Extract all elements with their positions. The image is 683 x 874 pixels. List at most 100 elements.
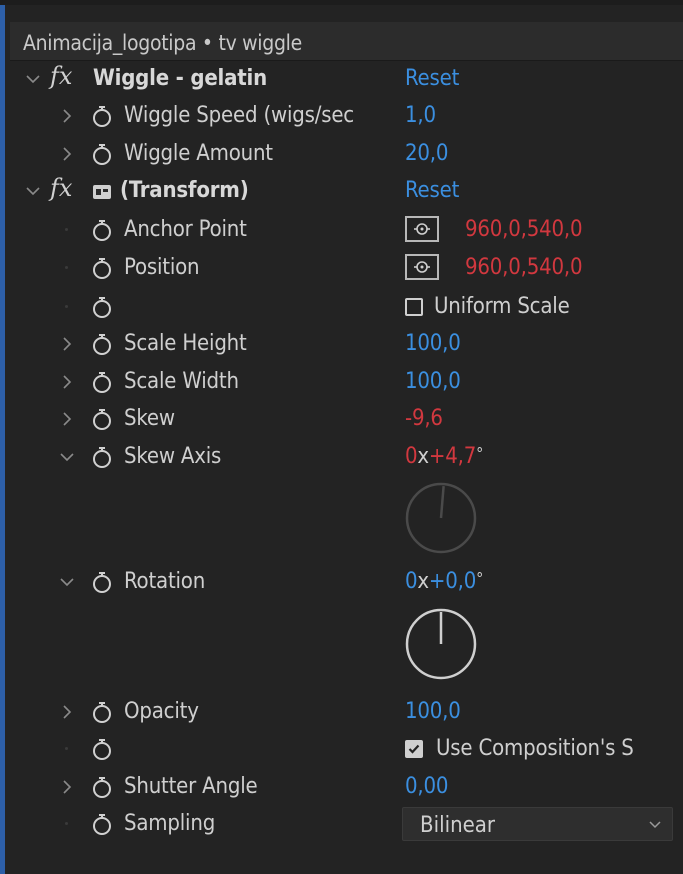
property-value[interactable]: 20,0	[405, 141, 448, 166]
chevron-right-icon[interactable]	[58, 335, 76, 353]
stopwatch-icon[interactable]	[90, 407, 114, 431]
property-value[interactable]: 100,0	[405, 369, 461, 394]
stopwatch-icon[interactable]	[90, 812, 114, 836]
revolutions-value[interactable]: 0	[405, 444, 418, 469]
property-row-use-composition-shutter: Use Composition's S	[10, 731, 683, 767]
property-value[interactable]: 100,0	[405, 699, 461, 724]
chevron-down-icon[interactable]	[58, 448, 76, 466]
dial-needle	[439, 486, 445, 519]
row-indicator-dot	[65, 266, 68, 269]
chevron-down-icon[interactable]	[24, 182, 42, 200]
property-row-skew-axis: Skew Axis 0x+4,7°	[10, 439, 683, 475]
point-picker-button[interactable]	[405, 254, 439, 280]
stopwatch-icon[interactable]	[90, 445, 114, 469]
stopwatch-icon[interactable]	[90, 570, 114, 594]
property-label: Anchor Point	[124, 217, 247, 242]
stopwatch-icon[interactable]	[90, 700, 114, 724]
chevron-down-icon[interactable]	[58, 573, 76, 591]
row-indicator-dot	[65, 822, 68, 825]
chevron-right-icon[interactable]	[58, 703, 76, 721]
property-label: Wiggle Speed (wigs/sec	[124, 103, 354, 128]
value-y[interactable]: 540,0	[527, 255, 583, 280]
property-label: Opacity	[124, 699, 199, 724]
revolutions-separator: x	[417, 569, 429, 594]
stopwatch-icon[interactable]	[90, 256, 114, 280]
property-row-scale-height: Scale Height 100,0	[10, 326, 683, 362]
checkbox-label[interactable]: Uniform Scale	[434, 294, 570, 319]
crosshair-icon	[414, 223, 430, 235]
skew-axis-angle-dial[interactable]	[403, 480, 479, 556]
effect-name: (Transform)	[120, 178, 249, 203]
reset-link[interactable]: Reset	[405, 66, 459, 91]
property-row-rotation: Rotation 0x+0,0°	[10, 564, 683, 600]
checkbox-label[interactable]: Use Composition's S	[436, 736, 634, 761]
rotation-angle-dial[interactable]	[403, 606, 479, 682]
panel-header: Animacija_logotipa • tv wiggle	[10, 22, 683, 61]
degree-symbol: °	[476, 569, 484, 588]
property-label: Skew Axis	[124, 444, 222, 469]
stopwatch-icon[interactable]	[90, 218, 114, 242]
effect-name: Wiggle - gelatin	[93, 66, 268, 91]
value-y[interactable]: 540,0	[527, 217, 583, 242]
value-x[interactable]: 960,0	[465, 255, 521, 280]
value-x[interactable]: 960,0	[465, 217, 521, 242]
property-row-wiggle-amount: Wiggle Amount 20,0	[10, 136, 683, 172]
property-label: Sampling	[124, 811, 216, 836]
revolutions-value[interactable]: 0	[405, 569, 418, 594]
property-value[interactable]: 960,0,540,0	[465, 255, 583, 280]
property-row-wiggle-speed: Wiggle Speed (wigs/sec 1,0	[10, 98, 683, 134]
chevron-right-icon[interactable]	[58, 107, 76, 125]
stopwatch-icon[interactable]	[90, 775, 114, 799]
crosshair-icon	[414, 261, 430, 273]
effect-row-transform[interactable]: fx (Transform) Reset	[10, 173, 683, 209]
property-label: Scale Width	[124, 369, 239, 394]
property-row-anchor-point: Anchor Point 960,0,540,0	[10, 212, 683, 248]
effect-row-wiggle[interactable]: fx Wiggle - gelatin Reset	[10, 61, 683, 97]
use-composition-shutter-checkbox[interactable]	[405, 740, 423, 758]
property-row-sampling: Sampling Bilinear	[10, 806, 683, 842]
chevron-right-icon[interactable]	[58, 778, 76, 796]
property-value[interactable]: 960,0,540,0	[465, 217, 583, 242]
property-label: Shutter Angle	[124, 774, 258, 799]
property-value[interactable]: 100,0	[405, 331, 461, 356]
stopwatch-icon[interactable]	[90, 332, 114, 356]
uniform-scale-checkbox[interactable]	[405, 298, 423, 316]
transform-effect-icon	[93, 185, 111, 199]
stopwatch-icon[interactable]	[90, 295, 114, 319]
property-value[interactable]: -9,6	[405, 406, 443, 431]
sampling-dropdown[interactable]: Bilinear	[402, 807, 673, 841]
revolutions-separator: x	[417, 444, 429, 469]
row-indicator-dot	[65, 228, 68, 231]
chevron-down-icon	[649, 821, 661, 829]
property-row-shutter-angle: Shutter Angle 0,00	[10, 769, 683, 805]
fx-icon[interactable]: fx	[50, 174, 72, 202]
point-picker-button[interactable]	[405, 216, 439, 242]
degrees-value[interactable]: +4,7	[429, 444, 476, 469]
panel-title: Animacija_logotipa • tv wiggle	[23, 31, 302, 55]
property-value[interactable]: 1,0	[405, 103, 436, 128]
stopwatch-icon[interactable]	[90, 737, 114, 761]
property-label: Rotation	[124, 569, 206, 594]
chevron-right-icon[interactable]	[58, 373, 76, 391]
chevron-down-icon[interactable]	[24, 70, 42, 88]
stopwatch-icon[interactable]	[90, 104, 114, 128]
fx-icon[interactable]: fx	[50, 62, 72, 90]
checkmark-icon	[408, 744, 420, 754]
property-value[interactable]: 0,00	[405, 774, 448, 799]
property-row-opacity: Opacity 100,0	[10, 694, 683, 730]
property-value[interactable]: 0x+4,7°	[405, 444, 483, 469]
property-label: Wiggle Amount	[124, 141, 273, 166]
degree-symbol: °	[476, 444, 484, 463]
row-indicator-dot	[65, 305, 68, 308]
property-row-skew: Skew -9,6	[10, 401, 683, 437]
reset-link[interactable]: Reset	[405, 178, 459, 203]
property-value[interactable]: 0x+0,0°	[405, 569, 483, 594]
degrees-value[interactable]: +0,0	[429, 569, 476, 594]
chevron-right-icon[interactable]	[58, 410, 76, 428]
property-label: Skew	[124, 406, 175, 431]
chevron-right-icon[interactable]	[58, 145, 76, 163]
property-label: Scale Height	[124, 331, 247, 356]
stopwatch-icon[interactable]	[90, 142, 114, 166]
row-indicator-dot	[65, 747, 68, 750]
stopwatch-icon[interactable]	[90, 370, 114, 394]
